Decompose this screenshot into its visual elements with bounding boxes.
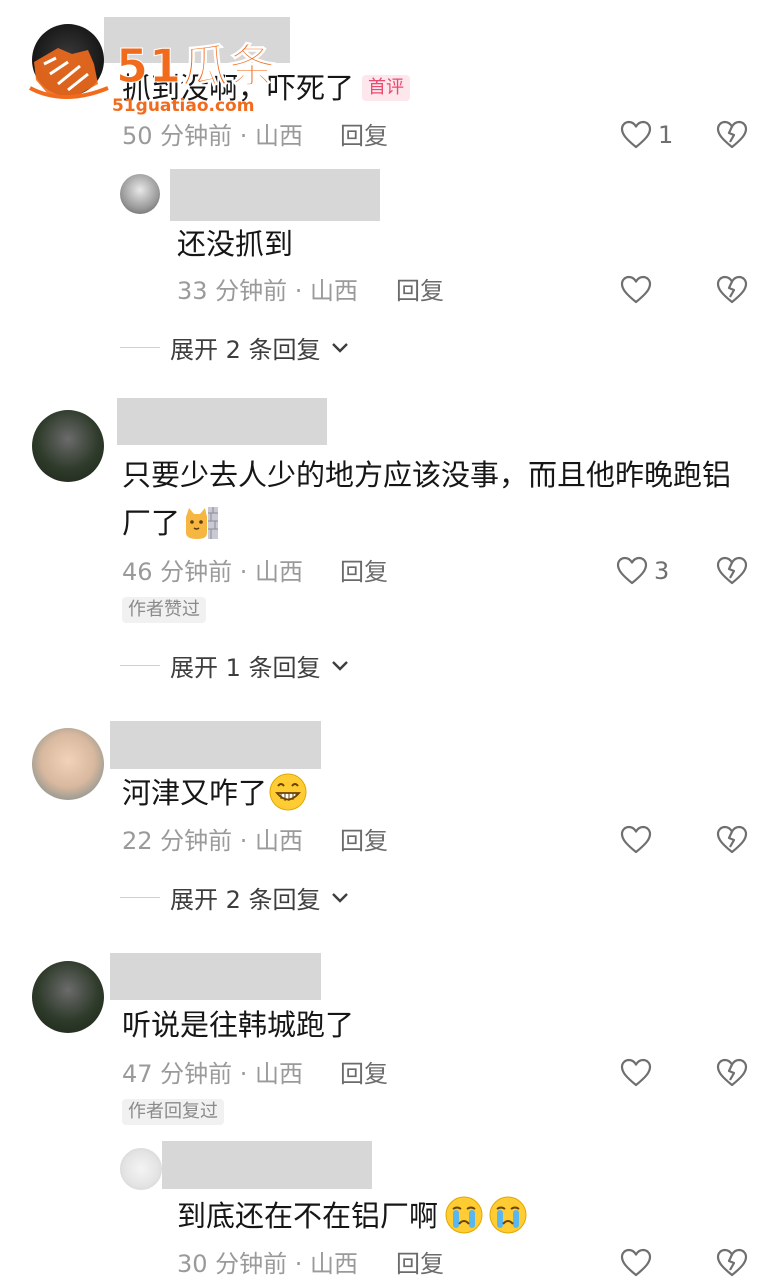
author-liked-badge: 作者赞过 — [122, 597, 206, 623]
dislike-button[interactable] — [716, 825, 748, 859]
heart-icon — [616, 556, 648, 585]
author-replied-badge: 作者回复过 — [122, 1099, 224, 1125]
like-count: 1 — [658, 121, 674, 149]
expand-label: 展开 1 条回复 — [170, 654, 321, 682]
chevron-down-icon — [331, 892, 348, 903]
reply-button[interactable]: 回复 — [340, 557, 388, 587]
heart-icon — [620, 275, 652, 304]
comment-text: 河津又咋了 — [122, 776, 268, 810]
reply-meta: 33 分钟前 · 山西 — [177, 277, 359, 305]
broken-heart-icon — [716, 1058, 748, 1087]
username-redacted[interactable] — [110, 721, 321, 769]
chevron-down-icon — [331, 660, 348, 671]
dislike-button[interactable] — [716, 275, 748, 309]
comment-text-line2: 厂了 — [122, 506, 181, 540]
reply-button[interactable]: 回复 — [396, 276, 444, 306]
expand-label: 展开 2 条回复 — [170, 886, 321, 914]
dislike-button[interactable] — [716, 1248, 748, 1282]
comment-text-line1: 只要少去人少的地方应该没事，而且他昨晚跑铝 — [122, 458, 732, 492]
reply-button[interactable]: 回复 — [340, 826, 388, 856]
like-count: 3 — [654, 557, 670, 585]
reply-text: 还没抓到 — [177, 227, 294, 261]
expand-label: 展开 2 条回复 — [170, 336, 321, 364]
username-redacted[interactable] — [170, 169, 380, 221]
like-button[interactable] — [620, 825, 652, 855]
heart-icon — [620, 1058, 652, 1087]
avatar[interactable] — [120, 174, 160, 214]
comment-meta: 46 分钟前 · 山西 — [122, 558, 304, 586]
reply-button[interactable]: 回复 — [396, 1249, 444, 1279]
expand-replies[interactable]: 展开 2 条回复 — [120, 880, 349, 915]
avatar[interactable] — [120, 1148, 162, 1190]
like-button[interactable]: 1 — [620, 120, 673, 150]
first-comment-badge: 首评 — [362, 75, 410, 101]
comment-meta: 50 分钟前 · 山西 — [122, 122, 304, 150]
broken-heart-icon — [716, 556, 748, 585]
avatar[interactable] — [32, 961, 104, 1033]
divider — [120, 897, 160, 898]
expand-replies[interactable]: 展开 1 条回复 — [120, 648, 349, 683]
heart-icon — [620, 825, 652, 854]
reply-button[interactable]: 回复 — [340, 121, 388, 151]
crying-emoji — [445, 1196, 483, 1234]
username-redacted[interactable] — [117, 398, 327, 445]
divider — [120, 665, 160, 666]
username-redacted[interactable] — [162, 1141, 372, 1189]
comment-text: 听说是往韩城跑了 — [122, 1008, 355, 1042]
broken-heart-icon — [716, 120, 748, 149]
reply-text: 到底还在不在铝厂啊 — [177, 1199, 439, 1233]
crying-emoji — [489, 1196, 527, 1234]
heart-icon — [620, 120, 652, 149]
reply-button[interactable]: 回复 — [340, 1059, 388, 1089]
broken-heart-icon — [716, 275, 748, 304]
comment-meta: 47 分钟前 · 山西 — [122, 1060, 304, 1088]
like-button[interactable] — [620, 275, 652, 305]
heart-icon — [620, 1248, 652, 1277]
cat-wall-emoji — [186, 507, 218, 539]
reply-meta: 30 分钟前 · 山西 — [177, 1250, 359, 1278]
melon-icon — [29, 48, 109, 99]
divider — [120, 347, 160, 348]
broken-heart-icon — [716, 825, 748, 854]
avatar[interactable] — [32, 410, 104, 482]
avatar[interactable] — [32, 728, 104, 800]
watermark-logo: 51瓜条 51guatiao.com — [28, 38, 298, 118]
watermark-domain: 51guatiao.com — [112, 96, 255, 116]
dislike-button[interactable] — [716, 556, 748, 590]
like-button[interactable] — [620, 1058, 652, 1088]
username-redacted[interactable] — [110, 953, 321, 1000]
expand-replies[interactable]: 展开 2 条回复 — [120, 330, 349, 365]
like-button[interactable] — [620, 1248, 652, 1278]
dislike-button[interactable] — [716, 1058, 748, 1092]
like-button[interactable]: 3 — [616, 556, 669, 586]
broken-heart-icon — [716, 1248, 748, 1277]
dislike-button[interactable] — [716, 120, 748, 154]
comment-meta: 22 分钟前 · 山西 — [122, 827, 304, 855]
grin-emoji — [269, 773, 307, 811]
watermark-brand: 51瓜条 — [115, 39, 277, 94]
chevron-down-icon — [331, 342, 348, 353]
